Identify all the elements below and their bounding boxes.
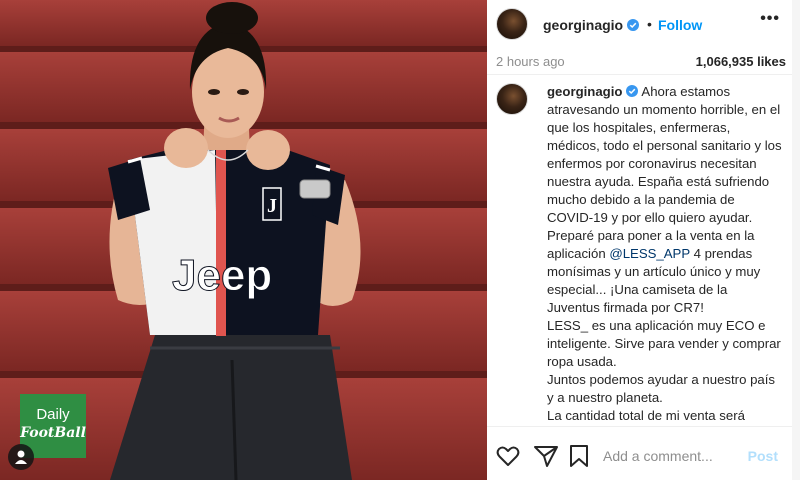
author-username-link[interactable]: georginagio — [543, 17, 640, 33]
bookmark-icon[interactable] — [566, 443, 592, 469]
caption-text: georginagio Ahora estamos atravesando un… — [547, 83, 783, 425]
caption-paragraph-5: La cantidad total de mi venta será — [547, 408, 745, 423]
svg-text:J: J — [267, 195, 277, 217]
caption-paragraph-4: Juntos podemos ayudar a nuestro país y a… — [547, 372, 775, 405]
svg-text:Jeep: Jeep — [172, 251, 272, 300]
caption-body-1: Ahora estamos atravesando un momento hor… — [547, 84, 782, 225]
caption-username[interactable]: georginagio — [547, 84, 622, 99]
verified-badge-icon — [626, 85, 639, 97]
scrollbar[interactable] — [792, 0, 800, 480]
tag-person-icon — [15, 450, 27, 464]
verified-badge-icon — [627, 19, 640, 31]
mention-link[interactable]: @LESS_APP — [609, 246, 690, 261]
watermark-top-text: Daily — [36, 406, 70, 423]
watermark-bottom-text: FootBall — [20, 425, 86, 441]
share-icon[interactable] — [533, 443, 559, 469]
tag-person-button[interactable] — [8, 444, 34, 470]
author-username: georginagio — [543, 17, 624, 33]
heart-icon[interactable] — [495, 443, 521, 469]
more-options-button[interactable]: ••• — [760, 10, 780, 28]
action-bar: Post — [487, 426, 792, 480]
caption-paragraph-1: georginagio Ahora estamos atravesando un… — [547, 83, 783, 227]
header-separator: • — [647, 16, 652, 32]
follow-button[interactable]: Follow — [658, 17, 702, 33]
post-header: georginagio • Follow ••• — [487, 0, 792, 48]
post-photo[interactable]: J Jeep Daily FootBall — [0, 0, 487, 480]
caption-paragraph-2: Preparé para poner a la venta en la apli… — [547, 227, 783, 317]
more-icon: ••• — [760, 10, 780, 27]
author-avatar[interactable] — [496, 8, 528, 40]
post-timestamp[interactable]: 2 hours ago — [496, 54, 565, 69]
post-comment-button[interactable]: Post — [748, 448, 778, 464]
post-side-panel: georginagio • Follow ••• 2 hours ago 1,0… — [487, 0, 800, 480]
caption-author-avatar[interactable] — [496, 83, 528, 115]
caption-paragraph-3: LESS_ es una aplicación muy ECO e inteli… — [547, 318, 781, 369]
caption-section: georginagio Ahora estamos atravesando un… — [487, 74, 792, 426]
likes-count[interactable]: 1,066,935 likes — [696, 54, 786, 69]
comment-input[interactable] — [603, 446, 743, 466]
